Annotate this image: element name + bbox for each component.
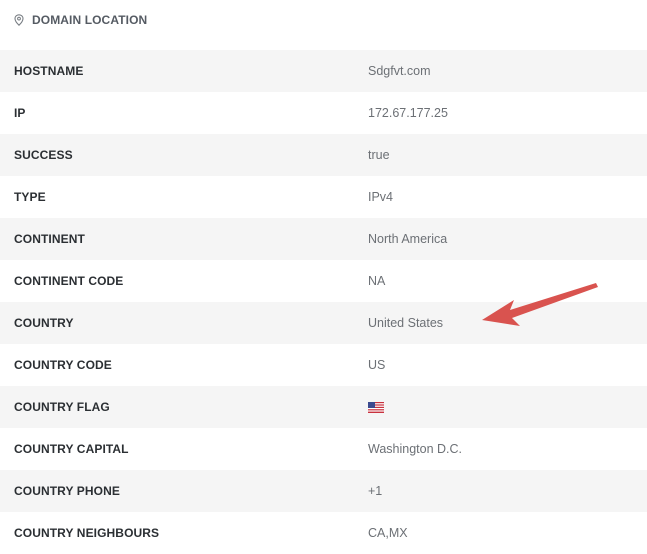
row-key-country-capital: COUNTRY CAPITAL xyxy=(14,442,129,456)
row-value-country-capital: Washington D.C. xyxy=(368,442,463,456)
row-key-continent-code: CONTINENT CODE xyxy=(14,274,124,288)
table-row: COUNTRY United States xyxy=(0,302,647,344)
section-title: DOMAIN LOCATION xyxy=(32,13,148,27)
table-row: COUNTRY CODE US xyxy=(0,344,647,386)
row-value-country: United States xyxy=(368,316,444,330)
row-value-country-flag xyxy=(368,400,384,414)
table-row: TYPE IPv4 xyxy=(0,176,647,218)
row-key-hostname: HOSTNAME xyxy=(14,64,84,78)
table-row: CONTINENT CODE NA xyxy=(0,260,647,302)
section-header: DOMAIN LOCATION xyxy=(0,0,647,40)
row-key-country-code: COUNTRY CODE xyxy=(14,358,112,372)
table-row: COUNTRY PHONE +1 xyxy=(0,470,647,512)
row-key-success: SUCCESS xyxy=(14,148,73,162)
row-key-continent: CONTINENT xyxy=(14,232,85,246)
us-flag-icon xyxy=(368,402,384,414)
row-key-country-neighbours: COUNTRY NEIGHBOURS xyxy=(14,526,160,540)
row-value-hostname: Sdgfvt.com xyxy=(368,64,431,78)
domain-location-table: HOSTNAME Sdgfvt.com IP 172.67.177.25 SUC… xyxy=(0,50,647,554)
row-value-country-code: US xyxy=(368,358,386,372)
row-value-country-phone: +1 xyxy=(368,484,383,498)
row-value-continent-code: NA xyxy=(368,274,386,288)
table-row: SUCCESS true xyxy=(0,134,647,176)
row-value-success: true xyxy=(368,148,390,162)
row-value-continent: North America xyxy=(368,232,448,246)
table-row: CONTINENT North America xyxy=(0,218,647,260)
row-key-country-phone: COUNTRY PHONE xyxy=(14,484,120,498)
row-key-country-flag: COUNTRY FLAG xyxy=(14,400,110,414)
row-value-country-neighbours: CA,MX xyxy=(368,526,408,540)
table-row: COUNTRY CAPITAL Washington D.C. xyxy=(0,428,647,470)
row-value-type: IPv4 xyxy=(368,190,394,204)
table-row: IP 172.67.177.25 xyxy=(0,92,647,134)
table-row: COUNTRY NEIGHBOURS CA,MX xyxy=(0,512,647,554)
row-key-type: TYPE xyxy=(14,190,46,204)
table-row: COUNTRY FLAG xyxy=(0,386,647,428)
row-value-ip: 172.67.177.25 xyxy=(368,106,448,120)
map-pin-icon xyxy=(14,14,24,26)
row-key-ip: IP xyxy=(14,106,26,120)
table-row: HOSTNAME Sdgfvt.com xyxy=(0,50,647,92)
row-key-country: COUNTRY xyxy=(14,316,74,330)
